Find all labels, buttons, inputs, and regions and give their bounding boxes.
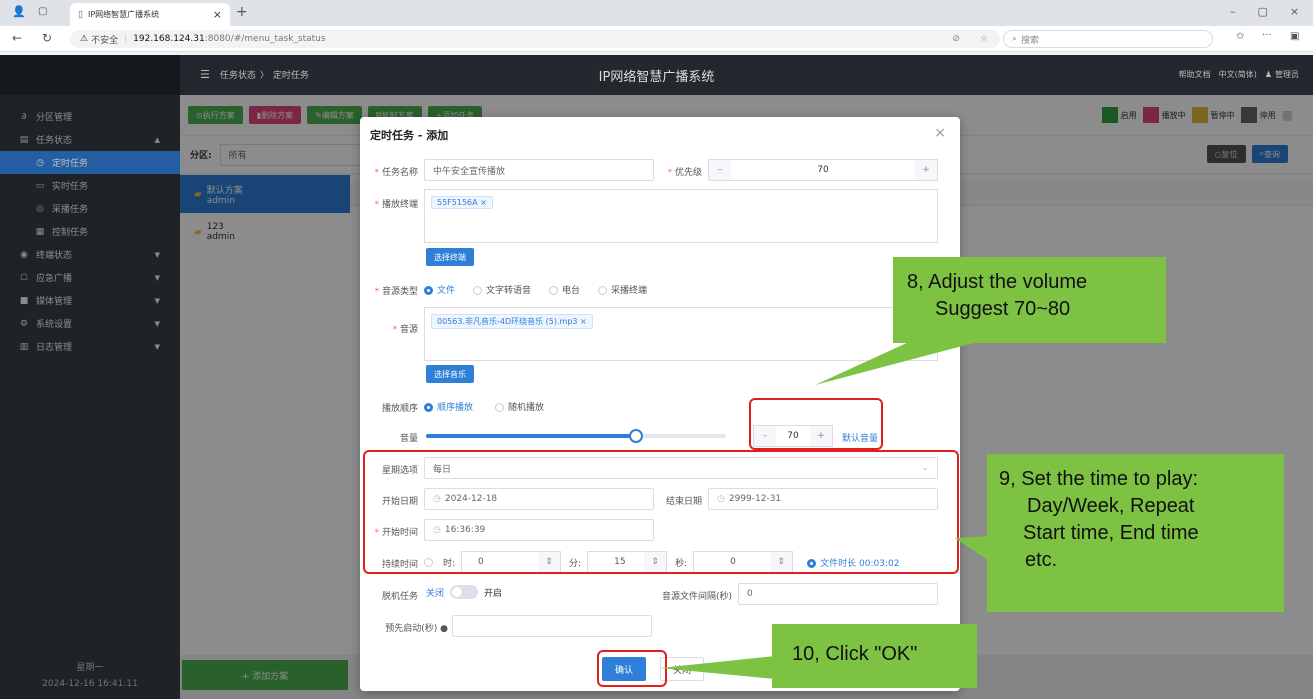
callout-line: 8, Adjust the volume xyxy=(907,271,1088,293)
callout-line: Start time, End time xyxy=(1023,522,1199,544)
callout-pointer-10 xyxy=(660,655,785,680)
callout-line: etc. xyxy=(1025,549,1058,571)
callout-line: 10, Click "OK" xyxy=(792,643,918,665)
callout-step-8: 8, Adjust the volume Suggest 70~80 xyxy=(893,257,1166,343)
callout-line: Day/Week, Repeat xyxy=(1027,495,1195,517)
callout-line: 9, Set the time to play: xyxy=(999,468,1198,490)
callout-step-9: 9, Set the time to play: Day/Week, Repea… xyxy=(987,454,1284,612)
callout-step-10: 10, Click "OK" xyxy=(772,624,977,688)
callout-line: Suggest 70~80 xyxy=(935,298,1071,320)
